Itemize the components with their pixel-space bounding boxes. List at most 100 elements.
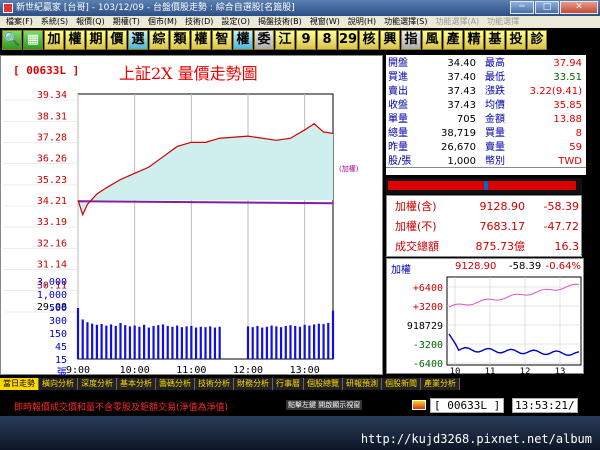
quote-row: 總量 38,719 買量 8 [386, 127, 586, 140]
index-tool-button[interactable]: 指 [401, 30, 421, 50]
index-mini-chart[interactable]: +6400 +3200 918729 -3200 -6400 10 11 12 13 加權 91… [386, 258, 584, 375]
menu-item[interactable]: 揭盤技術(B) [254, 16, 306, 28]
menu-item[interactable]: 說明(H) [344, 16, 380, 28]
smart-tool-button[interactable]: 智 [212, 30, 232, 50]
plot-area [77, 93, 334, 360]
quote-value: 34.40 [447, 58, 476, 69]
alert-icon[interactable] [412, 400, 426, 410]
tab[interactable]: 財務分析 [234, 378, 273, 390]
tab[interactable]: 基本分析 [117, 378, 156, 390]
menu-item[interactable]: 技術(D) [181, 16, 217, 28]
maximize-button[interactable]: □ [535, 1, 559, 14]
menu-item[interactable]: 設定(O) [217, 16, 254, 28]
select-tool-button[interactable]: 選 [128, 30, 148, 50]
tab[interactable]: 個股總覽 [304, 378, 343, 390]
tab[interactable]: 籌碼分析 [156, 378, 195, 390]
composite-tool-button[interactable]: 綜 [149, 30, 169, 50]
quote-value: 13.88 [553, 114, 582, 125]
totals-change: 16.3 [554, 240, 580, 253]
grid-tool-button[interactable]: ▦ [23, 30, 43, 50]
price-tick-label: 31.14 [37, 259, 67, 270]
quote-label: 買進 [388, 72, 408, 83]
tab[interactable]: 研報預測 [343, 378, 382, 390]
scrolling-message: 即時報價成交價和量不含零股及鉅額交易(淨值為淨值) [14, 403, 229, 412]
menu-item[interactable]: 系統(S) [37, 16, 72, 28]
sell-ratio-segment [488, 181, 576, 190]
industry-tool-button[interactable]: 產 [443, 30, 463, 50]
weight-tool-button[interactable]: 權 [65, 30, 85, 50]
fund-tool-button[interactable]: 基 [485, 30, 505, 50]
twentynine-tool-button[interactable]: 29 [338, 30, 358, 50]
menu-item[interactable]: 視窗(W) [306, 16, 344, 28]
toolbar: 🔍 ▦ 加權期價選綜類權智權委江 9 8 29 核興指風產精基投診 [0, 28, 600, 52]
quote-label: 幣別 [485, 156, 505, 167]
quote-value: 37.94 [553, 58, 582, 69]
quote-value: 37.43 [447, 100, 476, 111]
window-title: 新世紀贏家 [台哥] - 103/12/09 - 台盤價股走勢 : 綜合自選股[… [16, 3, 295, 13]
quote-value: TWD [558, 156, 582, 167]
chart-canvas: 39.34 38.31 37.28 36.26 35.23 34.21 33.19 32.16… [3, 90, 359, 376]
quote-row: 開盤 34.40 最高 37.94 [386, 57, 586, 70]
order-tool-button[interactable]: 委 [254, 30, 274, 50]
price-tick-label: 39.34 [37, 90, 67, 101]
emerging-tool-button[interactable]: 興 [380, 30, 400, 50]
category-tool-button[interactable]: 類 [170, 30, 190, 50]
volume-tick-label: 150 [49, 329, 67, 340]
totals-row: 加權(含) 9128.90 -58.39 [387, 197, 583, 216]
add-tool-button[interactable]: 加 [44, 30, 64, 50]
tab[interactable]: 行事曆 [273, 378, 304, 390]
eight-tool-button[interactable]: 8 [317, 30, 337, 50]
menu-item[interactable]: 個市(M) [144, 16, 181, 28]
price-tick-label: 33.19 [37, 217, 67, 228]
quote-row: 股/張 1,000 幣別 TWD [386, 155, 586, 168]
quote-value: 1,000 [447, 156, 476, 167]
minimize-button[interactable]: ─ [510, 1, 534, 14]
diagnose-tool-button[interactable]: 診 [527, 30, 547, 50]
menu-item[interactable]: 期權(T) [109, 16, 144, 28]
close-button[interactable]: ✕ [560, 1, 598, 14]
river-tool-button[interactable]: 江 [275, 30, 295, 50]
quote-value: 33.51 [553, 72, 582, 83]
mini-tick-label: -6400 [413, 359, 443, 370]
tab[interactable]: 當日走勢 [0, 378, 39, 390]
core-tool-button[interactable]: 核 [359, 30, 379, 50]
rights-tool-button[interactable]: 權 [233, 30, 253, 50]
totals-row: 加權(不) 7683.17 -47.72 [387, 217, 583, 236]
menu-item[interactable]: 功能選擇 [483, 16, 523, 28]
totals-value: 7683.17 [479, 220, 526, 233]
quote-value: 8 [575, 128, 582, 139]
tab[interactable]: 個股新聞 [382, 378, 421, 390]
price-tool-button[interactable]: 價 [107, 30, 127, 50]
warrant-tool-button[interactable]: 權 [191, 30, 211, 50]
totals-value: 875.73億 [475, 240, 526, 253]
menu-item[interactable]: 功能選擇(S) [380, 16, 431, 28]
quote-label: 總量 [388, 128, 408, 139]
status-stock-code[interactable]: [ 00633L ] [430, 398, 505, 413]
search-tool-button[interactable]: 🔍 [2, 30, 22, 50]
menu-item[interactable]: 功能選擇(A) [431, 16, 483, 28]
nine-tool-button[interactable]: 9 [296, 30, 316, 50]
time-tick-label: 12:00 [233, 365, 263, 376]
mini-time-label: 10 [450, 367, 461, 375]
menu-item[interactable]: 檔案(F) [2, 16, 37, 28]
menu-item[interactable]: 報價(Q) [72, 16, 109, 28]
quote-label: 股/張 [388, 156, 412, 167]
quote-row: 昨量 26,670 賣量 59 [386, 141, 586, 154]
futures-tool-button[interactable]: 期 [86, 30, 106, 50]
fine-tool-button[interactable]: 精 [464, 30, 484, 50]
title-bar[interactable]: 新世紀贏家 [台哥] - 103/12/09 - 台盤價股走勢 : 綜合自選股[… [0, 0, 600, 16]
quote-value: 705 [456, 114, 476, 125]
price-volume-chart[interactable]: 39.34 38.31 37.28 36.26 35.23 34.21 33.19 32.16… [0, 55, 383, 376]
tab[interactable]: 深度分析 [78, 378, 117, 390]
invest-tool-button[interactable]: 投 [506, 30, 526, 50]
style-tool-button[interactable]: 風 [422, 30, 442, 50]
status-hint: 點擊左鍵 開啟顯示視窗 [286, 400, 363, 410]
mini-tick-label: +3200 [413, 302, 443, 313]
time-tick-label: 13:00 [290, 365, 320, 376]
volume-tick-label: 500 [49, 303, 67, 314]
tab[interactable]: 產業分析 [421, 378, 460, 390]
analysis-tabs: 當日走勢 橫向分析 深度分析 基本分析 籌碼分析 技術分析 財務分析 行事曆 個股總覽 研報預測個… [0, 378, 600, 390]
tab[interactable]: 橫向分析 [39, 378, 78, 390]
quote-label: 收盤 [388, 100, 408, 111]
tab[interactable]: 技術分析 [195, 378, 234, 390]
